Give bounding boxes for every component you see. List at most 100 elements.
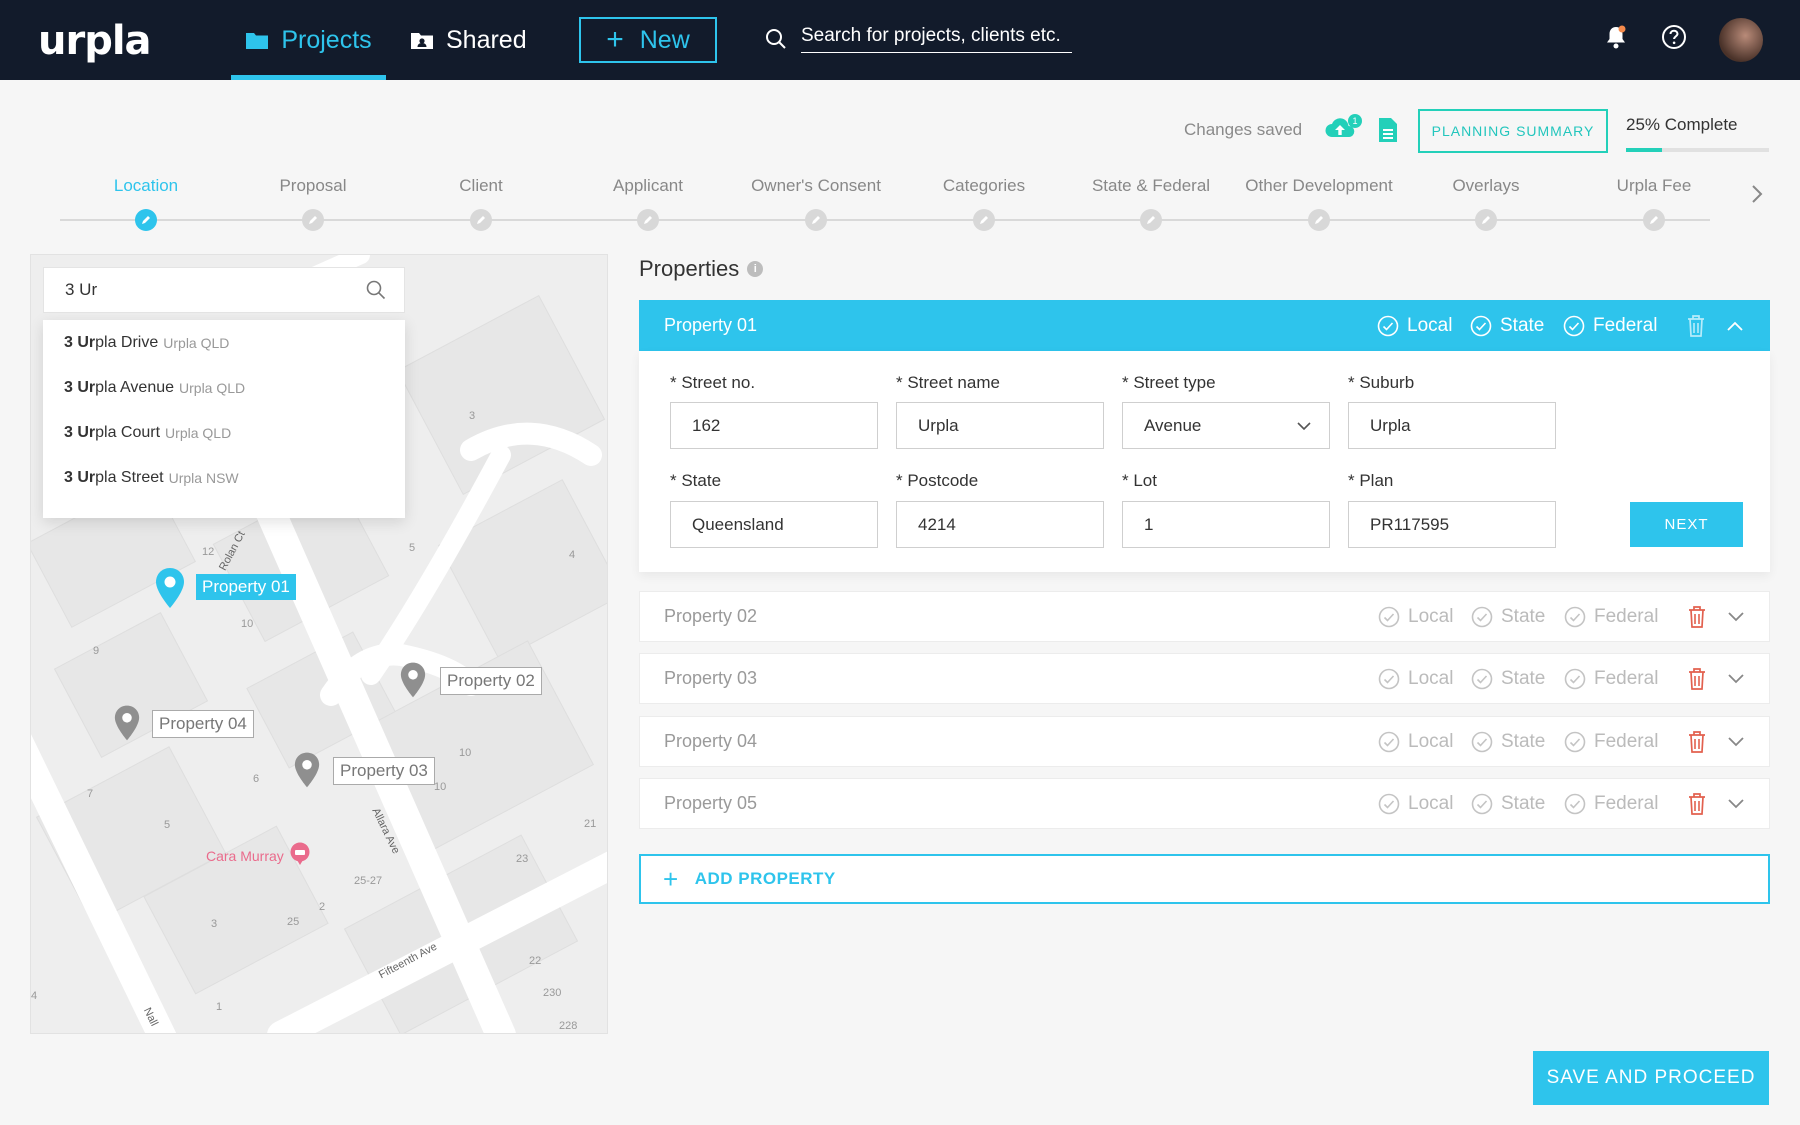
info-icon[interactable]: i: [747, 261, 764, 277]
jurisdiction-federal[interactable]: Federal: [1564, 717, 1658, 766]
jurisdiction-label: Federal: [1594, 667, 1659, 689]
jurisdiction-state[interactable]: State: [1471, 717, 1545, 766]
step-owner-s-consent[interactable]: Owner's Consent: [731, 176, 901, 231]
suburb-input[interactable]: Urpla: [1348, 402, 1556, 449]
map-pin-icon[interactable]: [114, 703, 140, 748]
map-pin-icon[interactable]: [400, 660, 426, 705]
pencil-icon: [805, 209, 827, 231]
jurisdiction-local[interactable]: Local: [1378, 592, 1453, 641]
chevron-down-icon[interactable]: [1727, 654, 1745, 703]
address-search-input[interactable]: 3 Ur: [43, 267, 405, 313]
lot-input[interactable]: 1: [1122, 501, 1330, 548]
chevron-down-icon[interactable]: [1727, 717, 1745, 766]
property-name: Property 03: [664, 668, 758, 688]
address-suggestion[interactable]: 3 Ur pla Avenue Urpla QLD: [43, 365, 405, 410]
step-urpla-fee[interactable]: Urpla Fee: [1569, 176, 1739, 231]
jurisdiction-state[interactable]: State: [1470, 300, 1544, 351]
delete-icon[interactable]: [1687, 592, 1707, 641]
jurisdiction-local[interactable]: Local: [1377, 300, 1452, 351]
map-pin-icon[interactable]: [155, 567, 185, 614]
add-property-button[interactable]: + ADD PROPERTY: [639, 854, 1770, 904]
step-applicant[interactable]: Applicant: [563, 176, 733, 231]
chevron-down-icon[interactable]: [1727, 779, 1745, 828]
save-and-proceed-button[interactable]: SAVE AND PROCEED: [1533, 1051, 1769, 1105]
suggestion-match: 3 Ur: [64, 378, 96, 396]
next-button[interactable]: NEXT: [1630, 502, 1743, 547]
chevron-down-icon[interactable]: [1727, 592, 1745, 641]
check-circle-icon: [1378, 606, 1400, 627]
map-pin-label[interactable]: Property 01: [196, 574, 296, 600]
map-pin-icon[interactable]: [294, 750, 320, 795]
step-other-development[interactable]: Other Development: [1234, 176, 1404, 231]
pencil-icon: [470, 209, 492, 231]
help-icon[interactable]: [1661, 24, 1687, 55]
suggestion-rest: pla Drive: [95, 333, 159, 351]
jurisdiction-local[interactable]: Local: [1378, 654, 1453, 703]
nav-projects[interactable]: Projects: [231, 0, 386, 80]
property-row[interactable]: Property 05 Local State Federal: [639, 778, 1770, 829]
pencil-icon: [1140, 209, 1162, 231]
new-button-label: New: [639, 25, 690, 54]
lot-number: 4: [569, 549, 576, 561]
step-label: Proposal: [279, 176, 347, 195]
jurisdiction-state[interactable]: State: [1471, 592, 1545, 641]
step-label: Other Development: [1245, 176, 1393, 195]
property-row[interactable]: Property 03 Local State Federal: [639, 653, 1770, 704]
address-suggestion[interactable]: 3 Ur pla Court Urpla QLD: [43, 410, 405, 455]
user-avatar[interactable]: [1719, 18, 1763, 62]
new-button[interactable]: + New: [579, 17, 717, 63]
chevron-right-icon[interactable]: [1750, 183, 1764, 210]
urpla-logo[interactable]: urpla: [38, 18, 152, 64]
search-input[interactable]: Search for projects, clients etc.: [801, 25, 1072, 53]
jurisdiction-federal[interactable]: Federal: [1563, 300, 1657, 351]
poi-label: Cara Murray: [206, 848, 284, 864]
document-icon[interactable]: [1378, 117, 1398, 148]
suggestion-rest: pla Court: [95, 423, 161, 441]
jurisdiction-local[interactable]: Local: [1378, 779, 1453, 828]
map-pin-label[interactable]: Property 03: [333, 757, 435, 785]
state-input[interactable]: Queensland: [670, 501, 878, 548]
chevron-up-icon[interactable]: [1726, 300, 1744, 351]
suggestion-rest: pla Street: [95, 468, 164, 486]
step-overlays[interactable]: Overlays: [1401, 176, 1571, 231]
postcode-label: * Postcode: [896, 471, 979, 490]
delete-icon[interactable]: [1687, 717, 1707, 766]
jurisdiction-state[interactable]: State: [1471, 779, 1545, 828]
property-row[interactable]: Property 02 Local State Federal: [639, 591, 1770, 642]
property-row[interactable]: Property 04 Local State Federal: [639, 716, 1770, 767]
jurisdiction-label: Federal: [1594, 792, 1659, 814]
step-location[interactable]: Location: [61, 176, 231, 231]
street-name-input[interactable]: Urpla: [896, 402, 1104, 449]
search-icon[interactable]: [366, 280, 386, 305]
check-circle-icon: [1471, 731, 1493, 752]
planning-summary-button[interactable]: PLANNING SUMMARY: [1418, 109, 1608, 153]
global-search[interactable]: Search for projects, clients etc.: [765, 22, 1072, 56]
street-type-select[interactable]: Avenue: [1122, 402, 1330, 449]
jurisdiction-federal[interactable]: Federal: [1564, 654, 1658, 703]
lot-number: 5: [164, 819, 171, 831]
property-01-header[interactable]: Property 01 Local State Federal: [639, 300, 1770, 351]
postcode-input[interactable]: 4214: [896, 501, 1104, 548]
jurisdiction-federal[interactable]: Federal: [1564, 592, 1658, 641]
delete-icon[interactable]: [1686, 300, 1706, 351]
map-pin-label[interactable]: Property 04: [152, 710, 254, 738]
address-suggestion[interactable]: 3 Ur pla Drive Urpla QLD: [43, 320, 405, 365]
step-proposal[interactable]: Proposal: [228, 176, 398, 231]
map-pin-label[interactable]: Property 02: [440, 667, 542, 695]
plan-input[interactable]: PR117595: [1348, 501, 1556, 548]
delete-icon[interactable]: [1687, 779, 1707, 828]
notification-bell-icon[interactable]: [1604, 24, 1628, 55]
completion-text: 25% Complete: [1626, 115, 1738, 134]
step-categories[interactable]: Categories: [899, 176, 1069, 231]
poi-marker-icon[interactable]: [289, 842, 311, 871]
address-suggestion[interactable]: 3 Ur pla Street Urpla NSW: [43, 455, 405, 500]
jurisdiction-state[interactable]: State: [1471, 654, 1545, 703]
search-icon: [766, 29, 786, 49]
step-client[interactable]: Client: [396, 176, 566, 231]
step-state-federal[interactable]: State & Federal: [1066, 176, 1236, 231]
nav-shared[interactable]: Shared: [410, 0, 527, 80]
jurisdiction-federal[interactable]: Federal: [1564, 779, 1658, 828]
street-no-input[interactable]: 162: [670, 402, 878, 449]
delete-icon[interactable]: [1687, 654, 1707, 703]
jurisdiction-local[interactable]: Local: [1378, 717, 1453, 766]
